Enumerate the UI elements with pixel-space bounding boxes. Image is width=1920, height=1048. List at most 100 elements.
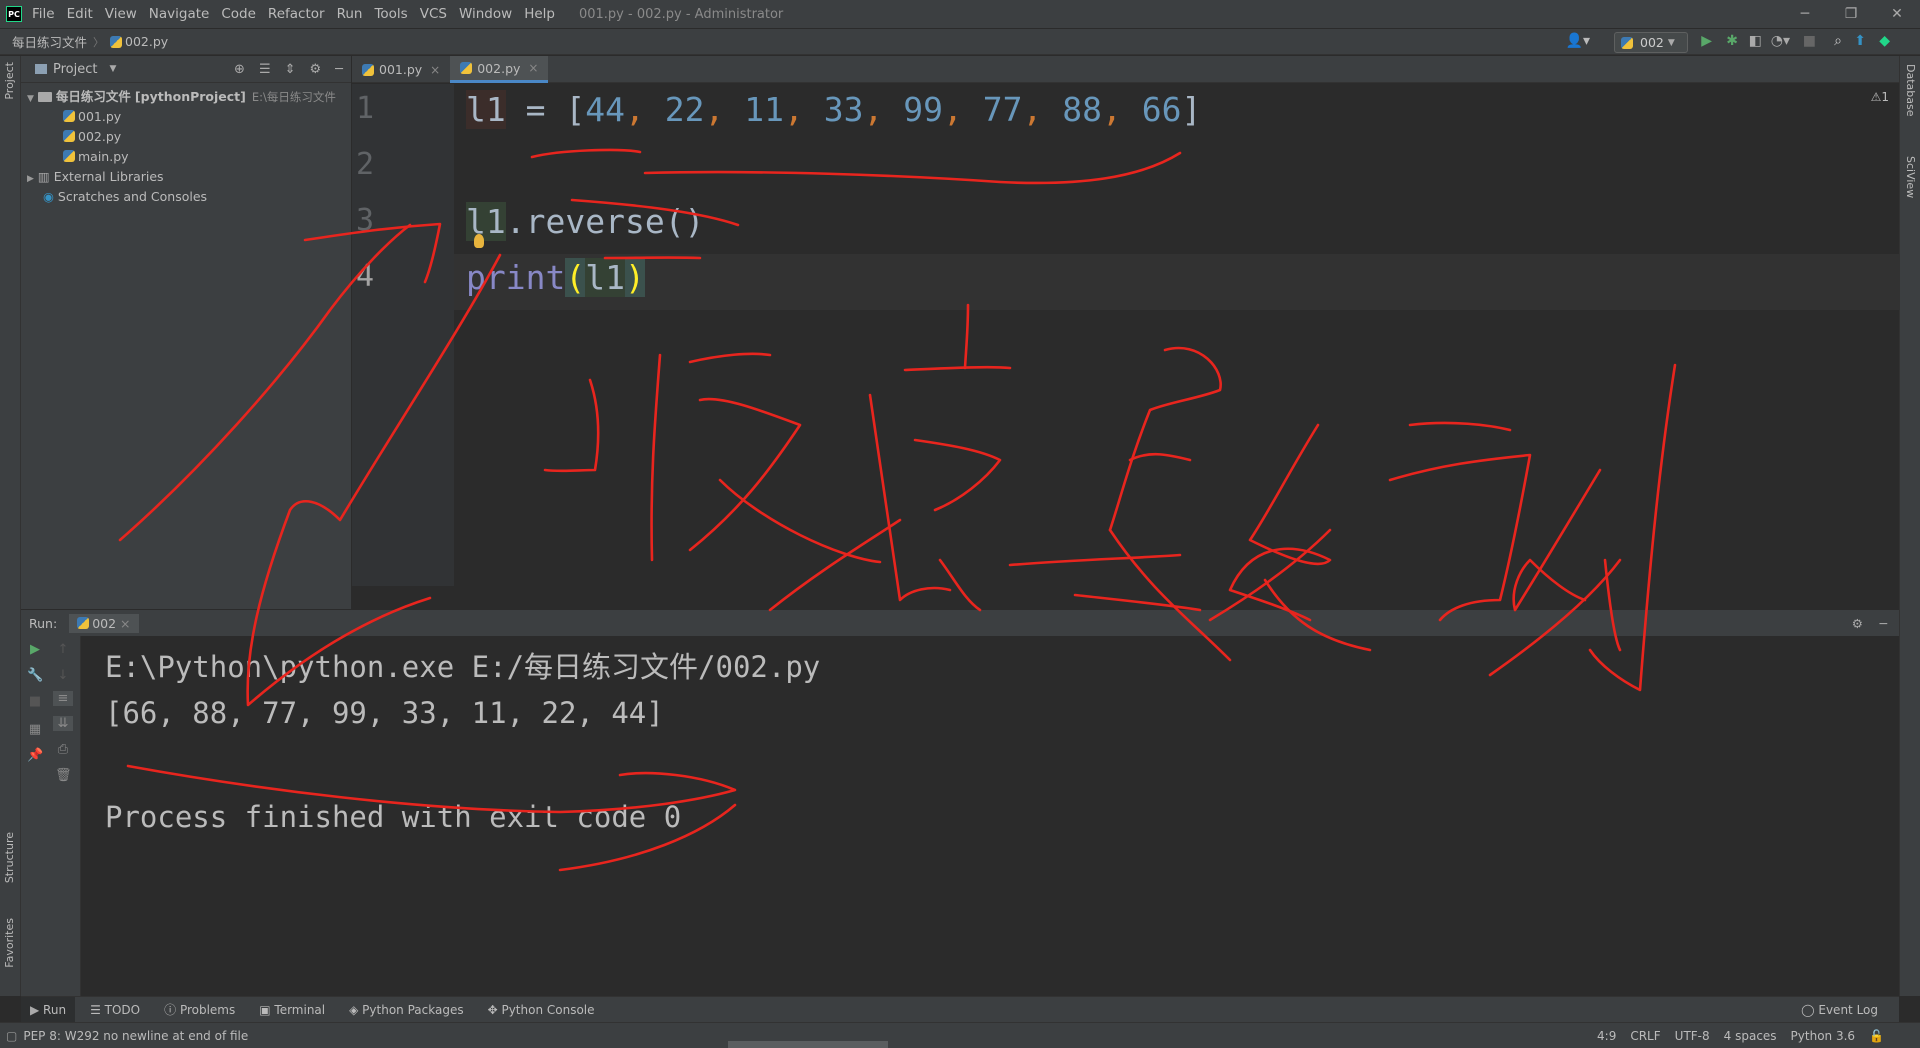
scroll-to-end-icon[interactable]: ⇊	[53, 716, 73, 731]
caret-position[interactable]: 4:9	[1597, 1029, 1616, 1043]
tab-002-py[interactable]: 002.py ×	[450, 56, 549, 83]
sciview-tool-window-label[interactable]: SciView	[1904, 156, 1917, 198]
status-message[interactable]: PEP 8: W292 no newline at end of file	[23, 1029, 248, 1043]
menu-vcs[interactable]: VCS	[414, 6, 453, 22]
soft-wrap-icon[interactable]: ≡	[53, 691, 73, 706]
run-console[interactable]: E:\Python\python.exe E:/每日练习文件/002.py [6…	[81, 636, 1899, 996]
chevron-right-icon[interactable]: ▶	[27, 174, 34, 184]
rerun-icon[interactable]: ▶	[27, 642, 43, 657]
tool-tab-run[interactable]: ▶ Run	[21, 996, 76, 1023]
project-tool-window-label[interactable]: Project	[3, 62, 16, 100]
tree-file-001[interactable]: 001.py	[21, 107, 351, 127]
tool-tab-label: Python Packages	[362, 1002, 464, 1017]
pin-icon[interactable]: 📌	[27, 748, 43, 763]
status-toggle-icon[interactable]: ▢	[6, 1029, 17, 1043]
gear-icon[interactable]: ⚙	[1852, 616, 1863, 631]
arrow-down-icon[interactable]: ↓	[55, 668, 71, 683]
menu-view[interactable]: View	[99, 6, 143, 22]
menu-file[interactable]: File	[26, 6, 61, 22]
wrench-icon[interactable]: 🔧	[27, 668, 43, 683]
structure-tool-window-label[interactable]: Structure	[3, 832, 16, 883]
menu-help[interactable]: Help	[518, 6, 561, 22]
run-icon[interactable]: ▶	[1701, 33, 1712, 49]
close-window-button[interactable]: ✕	[1874, 6, 1920, 22]
close-icon[interactable]: ×	[528, 61, 538, 75]
project-panel-title[interactable]: Project	[53, 62, 97, 77]
menu-navigate[interactable]: Navigate	[143, 6, 216, 22]
stop-icon[interactable]: ■	[27, 694, 43, 709]
tool-tab-python-packages[interactable]: ◈ Python Packages	[340, 997, 472, 1023]
horizontal-scrollbar[interactable]	[728, 1041, 888, 1048]
close-icon[interactable]: ×	[430, 63, 440, 77]
menu-run[interactable]: Run	[331, 6, 369, 22]
print-icon[interactable]: ⎙	[55, 742, 71, 757]
menu-code[interactable]: Code	[215, 6, 262, 22]
plugin-icon[interactable]: ◆	[1879, 33, 1890, 49]
stop-icon[interactable]: ■	[1803, 33, 1816, 49]
root-folder-path: E:\每日练习文件	[251, 90, 336, 104]
run-tab-002[interactable]: 002 ×	[69, 613, 139, 633]
code-builtin: print	[466, 258, 566, 297]
breadcrumb-project[interactable]: 每日练习文件	[12, 32, 87, 51]
expand-all-icon[interactable]: ☰	[259, 62, 271, 77]
run-panel-label: Run:	[29, 615, 58, 631]
debug-icon[interactable]: ✱	[1726, 33, 1738, 49]
code-line-3: l1.reverse()	[466, 202, 704, 241]
chevron-down-icon[interactable]: ▼	[109, 64, 116, 74]
tree-scratches[interactable]: ◉ Scratches and Consoles	[21, 187, 351, 207]
close-icon[interactable]: ×	[120, 616, 130, 631]
tool-tab-terminal[interactable]: ▣ Terminal	[250, 997, 334, 1023]
favorites-tool-window-label[interactable]: Favorites	[3, 918, 16, 968]
line-number: 2	[356, 147, 375, 182]
code-editor[interactable]: ⚠1 l1 = [44, 22, 11, 33, 99, 77, 88, 66]…	[454, 84, 1899, 586]
tree-file-002[interactable]: 002.py	[21, 127, 351, 147]
code-variable: l1	[466, 202, 506, 241]
project-tree: ▼ 每日练习文件 [pythonProject] E:\每日练习文件 001.py …	[21, 83, 351, 207]
event-log-button[interactable]: ◯ Event Log	[1792, 997, 1887, 1023]
chevron-down-icon: ▼	[1667, 37, 1675, 48]
run-toolbar: ▶ ↑ 🔧 ↓ ■ ≡ ⇊ ▦ ⎙ 📌 🗑	[21, 636, 81, 996]
coverage-icon[interactable]: ◧	[1749, 33, 1762, 49]
tab-001-py[interactable]: 001.py ×	[352, 56, 450, 83]
hide-icon[interactable]: ─	[335, 62, 343, 77]
search-icon[interactable]: ⌕	[1834, 33, 1842, 49]
tree-file-main[interactable]: main.py	[21, 147, 351, 167]
minimize-button[interactable]: ─	[1782, 6, 1828, 22]
restore-button[interactable]: ❐	[1828, 6, 1874, 22]
menu-refactor[interactable]: Refactor	[262, 6, 331, 22]
inspection-warnings[interactable]: ⚠1	[1871, 90, 1889, 104]
layout-icon[interactable]: ▦	[27, 722, 43, 737]
gear-icon[interactable]: ⚙	[310, 62, 322, 77]
file-name: 001.py	[78, 109, 122, 124]
trash-icon[interactable]: 🗑	[55, 768, 72, 783]
external-libraries-label: External Libraries	[53, 169, 164, 184]
menu-window[interactable]: Window	[453, 6, 518, 22]
bottom-tool-tabs: ▶ Run ☰ TODO ⓘ Problems ▣ Terminal ◈ Pyt…	[21, 996, 1899, 1023]
intention-bulb-icon[interactable]	[474, 234, 484, 248]
line-number: 1	[356, 91, 375, 126]
chevron-down-icon[interactable]: ▼	[27, 94, 34, 104]
tree-root[interactable]: ▼ 每日练习文件 [pythonProject] E:\每日练习文件	[21, 87, 351, 107]
arrow-up-icon[interactable]: ↑	[55, 642, 71, 657]
run-tab-label: 002	[92, 615, 117, 631]
collapse-all-icon[interactable]: ⇕	[285, 62, 296, 77]
line-separator[interactable]: CRLF	[1630, 1029, 1660, 1043]
tool-tab-problems[interactable]: ⓘ Problems	[155, 997, 244, 1023]
hide-icon[interactable]: ─	[1879, 616, 1887, 631]
user-icon[interactable]: 👤▾	[1566, 33, 1590, 49]
indent-setting[interactable]: 4 spaces	[1724, 1029, 1777, 1043]
database-tool-window-label[interactable]: Database	[1904, 64, 1917, 117]
python-interpreter[interactable]: Python 3.6	[1791, 1029, 1856, 1043]
lock-icon[interactable]: 🔓	[1869, 1029, 1884, 1043]
file-encoding[interactable]: UTF-8	[1675, 1029, 1710, 1043]
tool-tab-python-console[interactable]: ✥ Python Console	[479, 997, 604, 1023]
tree-external-libraries[interactable]: ▶ ▥ External Libraries	[21, 167, 351, 187]
tool-tab-todo[interactable]: ☰ TODO	[81, 997, 149, 1023]
menu-tools[interactable]: Tools	[368, 6, 413, 22]
profile-icon[interactable]: ◔▾	[1771, 33, 1790, 49]
update-icon[interactable]: ⬆	[1854, 33, 1866, 49]
breadcrumb-file[interactable]: 002.py	[125, 34, 168, 49]
locate-icon[interactable]: ⊕	[234, 62, 245, 77]
menu-edit[interactable]: Edit	[61, 6, 99, 22]
run-configuration-select[interactable]: 002 ▼	[1614, 32, 1688, 53]
